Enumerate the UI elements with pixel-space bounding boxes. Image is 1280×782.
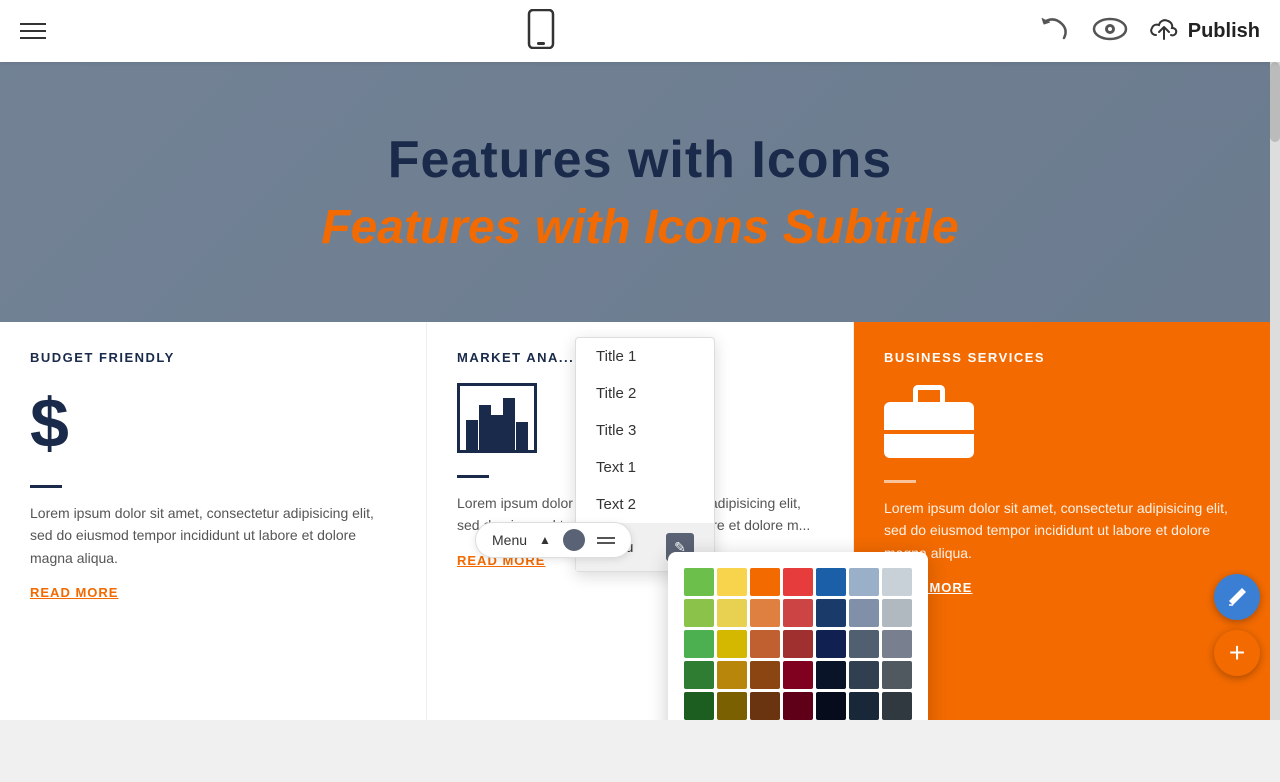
- hamburger-icon[interactable]: [20, 23, 46, 39]
- color-cell[interactable]: [717, 692, 747, 720]
- topbar-center: [525, 9, 557, 54]
- dropdown-item-title1[interactable]: Title 1: [576, 338, 714, 375]
- plus-icon: +: [1229, 637, 1245, 669]
- color-cell[interactable]: [882, 692, 912, 720]
- topbar-left: [20, 23, 46, 39]
- color-cell[interactable]: [849, 630, 879, 658]
- main-content: Features with Icons Features with Icons …: [0, 62, 1280, 720]
- cloud-upload-icon: [1148, 15, 1180, 47]
- menu-bar-lines-icon: [597, 537, 615, 544]
- dropdown-item-text2[interactable]: Text 2: [576, 486, 714, 523]
- fab-edit-button[interactable]: [1214, 574, 1260, 620]
- color-cell[interactable]: [750, 692, 780, 720]
- color-cell[interactable]: [783, 568, 813, 596]
- color-cell[interactable]: [717, 568, 747, 596]
- color-cell[interactable]: [849, 599, 879, 627]
- card-text-business: Lorem ipsum dolor sit amet, consectetur …: [884, 497, 1250, 564]
- color-cell[interactable]: [849, 661, 879, 689]
- color-cell[interactable]: [717, 630, 747, 658]
- color-cell[interactable]: [783, 599, 813, 627]
- publish-button[interactable]: Publish: [1148, 15, 1260, 47]
- color-cell[interactable]: [816, 692, 846, 720]
- menu-bar-label: Menu: [492, 532, 527, 548]
- hero-subtitle: Features with Icons Subtitle: [321, 200, 958, 255]
- color-cell[interactable]: [783, 630, 813, 658]
- briefcase-icon: [884, 383, 1250, 458]
- card-link-budget[interactable]: READ MORE: [30, 585, 396, 600]
- color-cell[interactable]: [783, 692, 813, 720]
- menu-bar-dot: [563, 529, 585, 551]
- color-cell[interactable]: [684, 599, 714, 627]
- card-title-business: BUSINESS SERVICES: [884, 350, 1250, 365]
- card-divider-budget: [30, 485, 62, 488]
- color-cell[interactable]: [750, 599, 780, 627]
- publish-label: Publish: [1188, 20, 1260, 43]
- card-link-business[interactable]: READ MORE: [884, 580, 1250, 595]
- menu-bar[interactable]: Menu ▲: [475, 522, 632, 558]
- color-picker: More >: [668, 552, 928, 720]
- color-cell[interactable]: [684, 692, 714, 720]
- dollar-icon: $: [30, 383, 396, 463]
- color-cell[interactable]: [750, 630, 780, 658]
- preview-icon[interactable]: [1092, 15, 1128, 48]
- card-divider-business: [884, 480, 916, 483]
- card-divider-market: [457, 475, 489, 478]
- color-cell[interactable]: [684, 568, 714, 596]
- card-title-budget: BUDGET FRIENDLY: [30, 350, 396, 365]
- card-budget-friendly: BUDGET FRIENDLY $ Lorem ipsum dolor sit …: [0, 322, 427, 720]
- scrollbar[interactable]: [1270, 62, 1280, 720]
- color-cell[interactable]: [816, 599, 846, 627]
- color-cell[interactable]: [882, 568, 912, 596]
- dropdown-item-title3[interactable]: Title 3: [576, 412, 714, 449]
- color-cell[interactable]: [849, 692, 879, 720]
- color-cell[interactable]: [684, 661, 714, 689]
- undo-icon[interactable]: [1036, 14, 1072, 49]
- color-cell[interactable]: [816, 568, 846, 596]
- dropdown-item-text1[interactable]: Text 1: [576, 449, 714, 486]
- color-cell[interactable]: [717, 599, 747, 627]
- color-cell[interactable]: [882, 630, 912, 658]
- card-text-budget: Lorem ipsum dolor sit amet, consectetur …: [30, 502, 396, 569]
- color-cell[interactable]: [816, 630, 846, 658]
- dropdown-item-title2[interactable]: Title 2: [576, 375, 714, 412]
- color-cell[interactable]: [684, 630, 714, 658]
- color-grid: [684, 568, 912, 720]
- color-cell[interactable]: [750, 661, 780, 689]
- color-cell[interactable]: [783, 661, 813, 689]
- chevron-up-icon: ▲: [539, 533, 551, 547]
- topbar: Publish: [0, 0, 1280, 62]
- color-cell[interactable]: [816, 661, 846, 689]
- color-cell[interactable]: [717, 661, 747, 689]
- topbar-right: Publish: [1036, 14, 1260, 49]
- color-cell[interactable]: [882, 599, 912, 627]
- fab-add-button[interactable]: +: [1214, 630, 1260, 676]
- hero-title: Features with Icons: [388, 130, 892, 190]
- color-cell[interactable]: [750, 568, 780, 596]
- scrollbar-thumb[interactable]: [1270, 62, 1280, 142]
- mobile-icon[interactable]: [525, 9, 557, 54]
- hero-section: Features with Icons Features with Icons …: [0, 62, 1280, 322]
- color-cell[interactable]: [849, 568, 879, 596]
- color-cell[interactable]: [882, 661, 912, 689]
